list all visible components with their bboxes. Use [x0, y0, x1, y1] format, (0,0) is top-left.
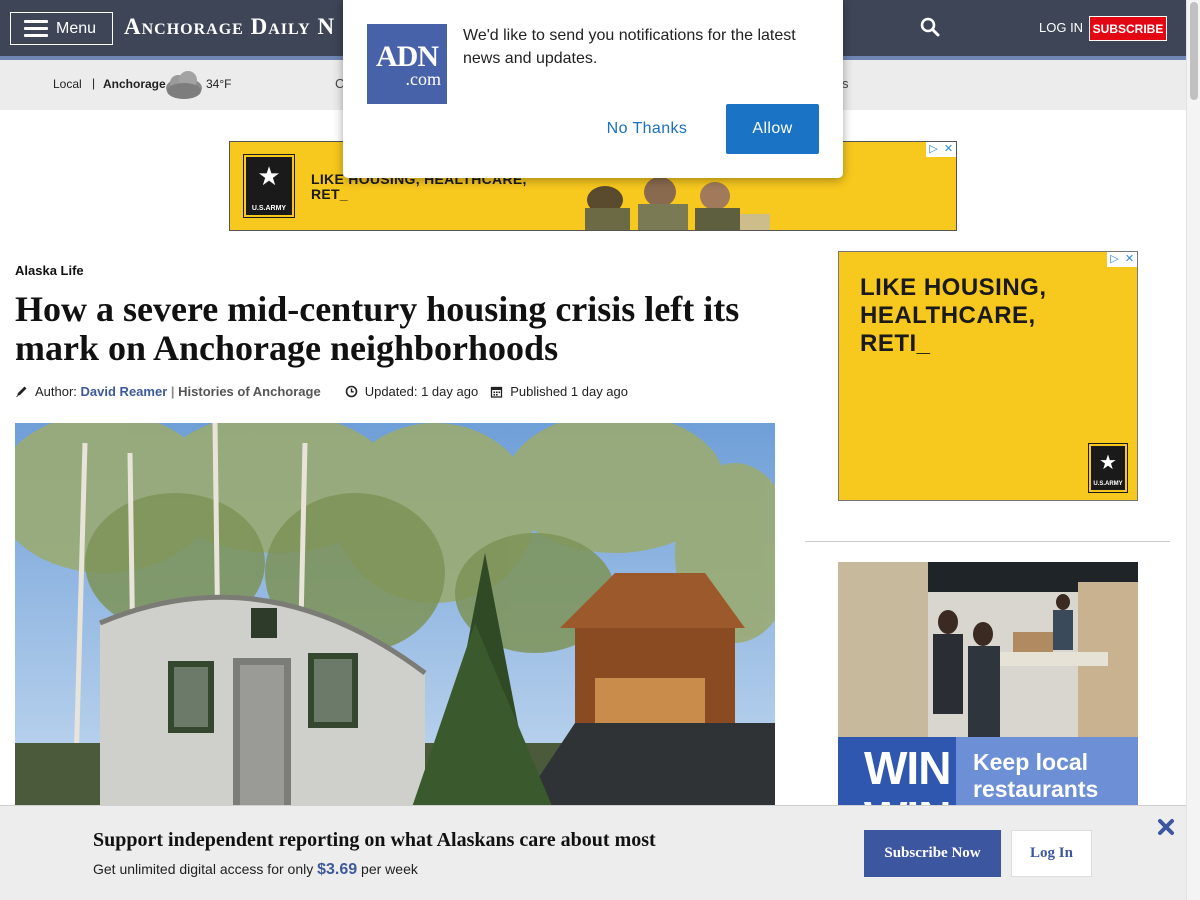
- author-prefix: Author:: [35, 384, 77, 399]
- published-time: Published 1 day ago: [510, 384, 628, 399]
- adn-logo-text: ADN: [376, 40, 439, 73]
- offer-price: $3.69: [317, 861, 358, 878]
- article-meta: Author: David Reamer | Histories of Anch…: [15, 384, 628, 399]
- win-win-panel: Keep local restaurants: [956, 737, 1138, 812]
- author-link[interactable]: David Reamer: [81, 384, 168, 399]
- sidebar-divider: [805, 541, 1170, 542]
- meta-separator: |: [170, 384, 175, 399]
- page-scrollbar[interactable]: [1186, 0, 1200, 900]
- win-win-ad[interactable]: WIN WIN Keep local restaurants: [838, 562, 1138, 812]
- ad-copy: LIKE HOUSING, HEALTHCARE, RETI_: [860, 274, 1047, 357]
- pencil-icon: [16, 386, 27, 397]
- adn-logo-suffix: .com: [405, 69, 442, 89]
- search-icon[interactable]: [920, 17, 940, 37]
- subscription-bar: Support independent reporting on what Al…: [0, 805, 1186, 900]
- weather-city[interactable]: Anchorage: [103, 77, 166, 91]
- weather-temperature: 34°F: [206, 77, 232, 91]
- army-logo-text: U.S.ARMY: [1093, 481, 1123, 487]
- updated-time: Updated: 1 day ago: [364, 384, 479, 399]
- star-icon: ★: [257, 161, 281, 191]
- bottom-login-button[interactable]: Log In: [1011, 830, 1092, 877]
- adchoice-badge[interactable]: ▷ ✕: [1107, 252, 1137, 267]
- section-label[interactable]: Alaska Life: [15, 263, 84, 278]
- adchoice-play-icon[interactable]: ▷: [926, 142, 941, 157]
- subscribe-button[interactable]: SUBSCRIBE: [1089, 16, 1167, 41]
- win-win-title: WIN WIN: [864, 742, 951, 812]
- article-headline: How a severe mid-century housing crisis …: [15, 289, 740, 368]
- page: Menu Anchorage Daily N LOG IN SUBSCRIBE …: [0, 0, 1200, 900]
- star-icon: ★: [1099, 452, 1117, 474]
- cloud-icon: [166, 71, 202, 99]
- no-thanks-button[interactable]: No Thanks: [584, 104, 710, 154]
- subscription-title: Support independent reporting on what Al…: [93, 829, 656, 851]
- close-icon[interactable]: [1157, 818, 1175, 836]
- notification-permission-dialog: ADN .com We'd like to send you notificat…: [343, 0, 843, 178]
- win-win-copy: Keep local restaurants: [973, 749, 1099, 802]
- calendar-icon: [491, 386, 503, 398]
- soldiers-image: [585, 177, 770, 230]
- allow-button[interactable]: Allow: [726, 104, 819, 154]
- adchoice-play-icon[interactable]: ▷: [1107, 252, 1122, 267]
- menu-button[interactable]: Menu: [10, 12, 113, 45]
- login-link[interactable]: LOG IN: [1039, 20, 1083, 35]
- army-logo: ★ U.S.ARMY: [1088, 443, 1128, 493]
- adchoice-badge[interactable]: ▷ ✕: [926, 142, 956, 157]
- win-win-band: WIN WIN Keep local restaurants: [838, 737, 1138, 812]
- offer-prefix: Get unlimited digital access for only: [93, 861, 314, 877]
- scrollbar-thumb[interactable]: [1190, 2, 1198, 100]
- clock-icon: [345, 385, 358, 398]
- army-logo: ★ U.S.ARMY: [243, 154, 295, 218]
- close-icon[interactable]: ✕: [1122, 252, 1137, 267]
- hero-image[interactable]: [15, 423, 775, 813]
- site-logo[interactable]: Anchorage Daily N: [124, 14, 335, 40]
- subscription-offer: Get unlimited digital access for only $3…: [93, 861, 418, 879]
- notification-message: We'd like to send you notifications for …: [463, 27, 796, 67]
- menu-icon: [24, 19, 48, 38]
- army-logo-text: U.S.ARMY: [251, 205, 287, 212]
- close-icon[interactable]: ✕: [941, 142, 956, 157]
- subnav-separator: |: [92, 76, 96, 90]
- offer-suffix: per week: [361, 861, 418, 877]
- restaurant-photo: [838, 562, 1138, 737]
- subnav-local-link[interactable]: Local: [53, 77, 82, 91]
- series-link[interactable]: Histories of Anchorage: [178, 384, 321, 399]
- army-sidebar-ad[interactable]: LIKE HOUSING, HEALTHCARE, RETI_ ★ U.S.AR…: [838, 251, 1138, 501]
- menu-label: Menu: [56, 19, 97, 37]
- subscribe-now-button[interactable]: Subscribe Now: [864, 830, 1001, 877]
- adn-logo: ADN .com: [367, 24, 447, 104]
